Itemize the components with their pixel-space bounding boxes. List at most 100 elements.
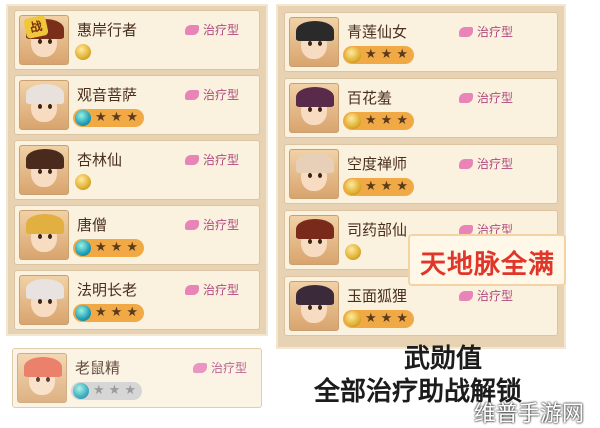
hero-name: 青莲仙女 bbox=[347, 23, 408, 41]
hero-name: 百花羞 bbox=[347, 89, 393, 107]
portrait-eye bbox=[38, 234, 42, 239]
portrait-hair bbox=[24, 357, 62, 377]
portrait-eye bbox=[318, 305, 322, 310]
hero-portrait: 115 bbox=[19, 275, 69, 325]
hero-type: 治疗型 bbox=[185, 151, 239, 168]
heal-leaf-icon bbox=[459, 291, 473, 301]
hero-portrait: 115 bbox=[19, 80, 69, 130]
heal-leaf-icon bbox=[185, 155, 199, 165]
hero-name: 空度禅师 bbox=[347, 155, 408, 173]
star-icon: ★ bbox=[124, 383, 136, 398]
hero-portrait: 115 bbox=[289, 83, 339, 133]
portrait-hair bbox=[296, 285, 334, 305]
star-icon: ★ bbox=[95, 240, 107, 255]
left-hero-panel: 115战惠岸行者治疗型115观音菩萨治疗型★★★115杏林仙治疗型115唐僧治疗… bbox=[6, 4, 268, 336]
heal-leaf-icon bbox=[193, 363, 207, 373]
hero-type: 治疗型 bbox=[185, 281, 239, 298]
hero-portrait: 115 bbox=[19, 145, 69, 195]
heal-leaf-icon bbox=[185, 285, 199, 295]
spirit-orb-icon bbox=[75, 44, 91, 60]
hero-type: 治疗型 bbox=[185, 21, 239, 38]
hero-type: 治疗型 bbox=[193, 359, 247, 376]
hero-portrait: 115 bbox=[289, 17, 339, 67]
hero-type: 治疗型 bbox=[459, 155, 513, 172]
star-icon: ★ bbox=[396, 311, 408, 326]
hero-portrait: 115 bbox=[289, 215, 339, 265]
portrait-eye bbox=[308, 239, 312, 244]
hero-card[interactable]: 115法明长老治疗型★★★ bbox=[14, 270, 260, 330]
portrait-eye bbox=[46, 377, 50, 382]
spirit-orb-icon bbox=[75, 305, 91, 321]
hero-card-bottom[interactable]: 115老鼠精治疗型★★★ bbox=[12, 348, 262, 408]
portrait-hair bbox=[26, 84, 64, 104]
hero-card[interactable]: 115 观音菩萨 治疗型 ★★★ bbox=[14, 75, 260, 135]
hero-name: 唐僧 bbox=[77, 216, 108, 234]
star-icon: ★ bbox=[126, 305, 138, 320]
hero-card[interactable]: 115百花羞治疗型★★★ bbox=[284, 78, 558, 138]
star-icon: ★ bbox=[108, 383, 121, 398]
hero-type-label: 治疗型 bbox=[203, 218, 240, 232]
hero-name: 惠岸行者 bbox=[77, 21, 138, 39]
hero-type: 治疗型 bbox=[185, 216, 239, 233]
hero-name: 司药部仙 bbox=[347, 221, 408, 239]
portrait-hair bbox=[296, 153, 334, 173]
hero-type: 治疗型 bbox=[459, 287, 513, 304]
portrait-eye bbox=[38, 169, 42, 174]
hero-portrait: 115 bbox=[17, 353, 67, 403]
star-icon: ★ bbox=[110, 110, 123, 125]
right-hero-panel: 115青莲仙女治疗型★★★115百花羞治疗型★★★115空度禅师治疗型★★★11… bbox=[276, 4, 566, 349]
hero-portrait: 115 bbox=[19, 210, 69, 260]
star-icon: ★ bbox=[110, 305, 123, 320]
hero-type-label: 治疗型 bbox=[203, 283, 240, 297]
hero-type: 治疗型 bbox=[185, 86, 239, 103]
star-icon: ★ bbox=[93, 383, 105, 398]
caption-line-1: 武勋值 bbox=[404, 344, 483, 374]
spirit-orb-icon bbox=[73, 383, 89, 399]
star-icon: ★ bbox=[396, 47, 408, 62]
hero-type-label: 治疗型 bbox=[477, 289, 514, 303]
portrait-eye bbox=[308, 107, 312, 112]
star-rating-bar: ★ ★ ★ bbox=[343, 46, 414, 64]
portrait-eye bbox=[318, 173, 322, 178]
hero-name: 玉面狐狸 bbox=[347, 287, 408, 305]
star-icon: ★ bbox=[396, 179, 408, 194]
heal-leaf-icon bbox=[185, 90, 199, 100]
portrait-eye bbox=[318, 239, 322, 244]
hero-type-label: 治疗型 bbox=[211, 361, 248, 375]
hero-name: 观音菩萨 bbox=[77, 86, 138, 104]
portrait-hair bbox=[26, 214, 64, 234]
portrait-eye bbox=[38, 299, 42, 304]
star-icon: ★ bbox=[110, 240, 123, 255]
hero-type-label: 治疗型 bbox=[203, 23, 240, 37]
hero-type: 治疗型 bbox=[459, 89, 513, 106]
hero-card[interactable]: 115空度禅师治疗型★★★ bbox=[284, 144, 558, 204]
star-icon: ★ bbox=[365, 113, 377, 128]
star-rating-bar: ★ ★ ★ bbox=[73, 109, 144, 127]
heal-leaf-icon bbox=[185, 25, 199, 35]
star-icon: ★ bbox=[380, 311, 393, 326]
portrait-hair bbox=[296, 87, 334, 107]
portrait-hair bbox=[26, 149, 64, 169]
hero-type-label: 治疗型 bbox=[477, 157, 514, 171]
portrait-hair bbox=[296, 21, 334, 41]
star-icon: ★ bbox=[396, 113, 408, 128]
portrait-eye bbox=[318, 107, 322, 112]
hero-type-label: 治疗型 bbox=[203, 88, 240, 102]
hero-type-label: 治疗型 bbox=[477, 91, 514, 105]
hero-card[interactable]: 115战惠岸行者治疗型 bbox=[14, 10, 260, 70]
star-icon: ★ bbox=[365, 179, 377, 194]
full-meridian-banner: 天地脉全满 bbox=[408, 234, 566, 286]
hero-card[interactable]: 115 杏林仙 治疗型 bbox=[14, 140, 260, 200]
hero-card[interactable]: 115 唐僧 治疗型 ★★★ bbox=[14, 205, 260, 265]
hero-name: 法明长老 bbox=[77, 281, 138, 299]
star-rating-bar: ★ ★ ★ bbox=[73, 239, 144, 257]
star-rating-bar: ★ ★ ★ bbox=[343, 310, 414, 328]
hero-type-label: 治疗型 bbox=[203, 153, 240, 167]
star-icon: ★ bbox=[365, 47, 377, 62]
hero-card[interactable]: 115青莲仙女治疗型★★★ bbox=[284, 12, 558, 72]
portrait-eye bbox=[48, 234, 52, 239]
spirit-orb-icon bbox=[345, 311, 361, 327]
heal-leaf-icon bbox=[459, 159, 473, 169]
banner-text: 天地脉全满 bbox=[420, 250, 556, 280]
portrait-eye bbox=[48, 299, 52, 304]
